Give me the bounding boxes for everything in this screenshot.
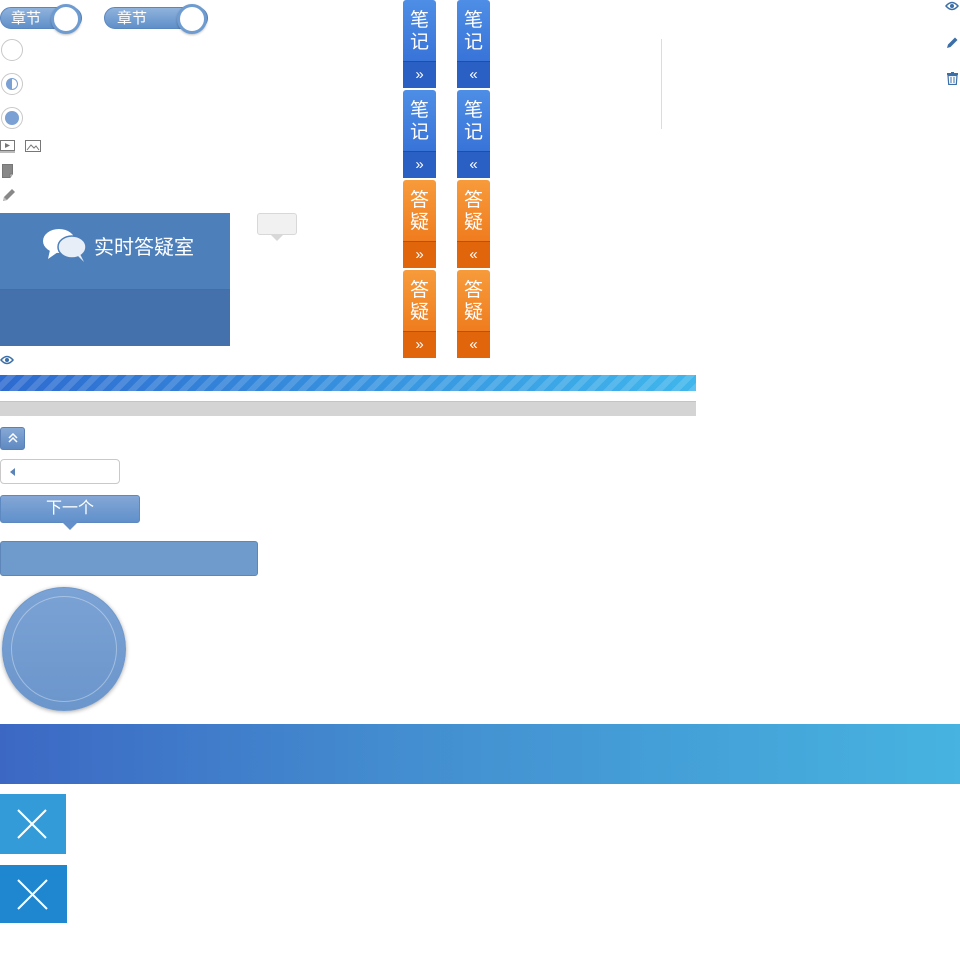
note-tab-label: 笔记	[463, 100, 483, 143]
collapse-arrow-icon: «	[457, 151, 490, 178]
circle-ring	[11, 596, 117, 702]
image-icon[interactable]	[25, 139, 42, 153]
trash-icon[interactable]	[947, 72, 958, 85]
chapter-toggle-label: 章节	[117, 10, 148, 27]
speech-bubbles-icon	[43, 229, 87, 262]
qa-tab-label: 答疑	[463, 280, 483, 323]
chapter-toggle-label: 章节	[11, 10, 42, 27]
select-dropdown[interactable]	[0, 459, 120, 484]
chat-room-panel[interactable]: 实时答疑室	[0, 213, 230, 346]
radio-full[interactable]	[1, 107, 23, 129]
pencil-icon[interactable]	[1, 187, 17, 203]
qa-tab-collapse[interactable]: 答疑 «	[457, 180, 490, 268]
next-button-caret	[62, 522, 78, 530]
note-tab-label: 笔记	[409, 10, 429, 53]
expand-arrow-icon: »	[403, 331, 436, 358]
double-chevron-up-icon	[7, 432, 18, 443]
next-button-label: 下一个	[45, 500, 94, 517]
radio-empty[interactable]	[1, 39, 23, 61]
eye-icon[interactable]	[0, 354, 14, 366]
qa-tab-collapse-alt[interactable]: 答疑 «	[457, 270, 490, 358]
collapse-arrow-icon: «	[457, 241, 490, 268]
note-tab-label: 笔记	[409, 100, 429, 143]
qa-tab-label: 答疑	[409, 280, 429, 323]
progress-bar-empty	[0, 401, 696, 416]
video-icon[interactable]	[0, 139, 16, 153]
collapse-arrow-icon: «	[457, 331, 490, 358]
qa-tab-expand-alt[interactable]: 答疑 »	[403, 270, 436, 358]
collapse-arrow-icon: «	[457, 61, 490, 88]
chapter-toggle-1[interactable]: 章节	[0, 4, 82, 34]
tooltip-bubble	[257, 213, 297, 235]
note-tab-label: 笔记	[463, 10, 483, 53]
note-tab-expand-alt[interactable]: 笔记 »	[403, 90, 436, 178]
close-tile[interactable]	[0, 794, 66, 854]
qa-tab-label: 答疑	[463, 190, 483, 233]
note-tab-collapse[interactable]: 笔记 «	[457, 0, 490, 88]
document-icon[interactable]	[2, 164, 14, 178]
caret-left-icon	[10, 468, 15, 476]
eye-icon[interactable]	[945, 0, 959, 12]
close-icon	[17, 809, 47, 839]
note-tab-collapse-alt[interactable]: 笔记 «	[457, 90, 490, 178]
circle-button[interactable]	[2, 587, 126, 711]
progress-bar-striped	[0, 375, 696, 391]
chat-room-title: 实时答疑室	[94, 237, 194, 259]
tooltip-caret	[271, 235, 283, 241]
qa-tab-expand[interactable]: 答疑 »	[403, 180, 436, 268]
qa-tab-label: 答疑	[409, 190, 429, 233]
chat-room-footer	[0, 290, 230, 346]
pencil-icon[interactable]	[946, 36, 959, 49]
wide-button[interactable]	[0, 541, 258, 576]
toggle-knob	[177, 4, 207, 34]
expand-arrow-icon: »	[403, 151, 436, 178]
expand-arrow-icon: »	[403, 61, 436, 88]
expand-arrow-icon: »	[403, 241, 436, 268]
divider	[661, 39, 662, 129]
gradient-banner	[0, 724, 960, 784]
note-tab-expand[interactable]: 笔记 »	[403, 0, 436, 88]
next-button[interactable]: 下一个	[0, 495, 140, 523]
close-tile-dark[interactable]	[0, 865, 67, 923]
back-to-top-button[interactable]	[0, 427, 25, 450]
close-icon	[17, 879, 48, 910]
chapter-toggle-2[interactable]: 章节	[104, 4, 208, 34]
radio-half[interactable]	[1, 73, 23, 95]
toggle-knob	[51, 4, 81, 34]
